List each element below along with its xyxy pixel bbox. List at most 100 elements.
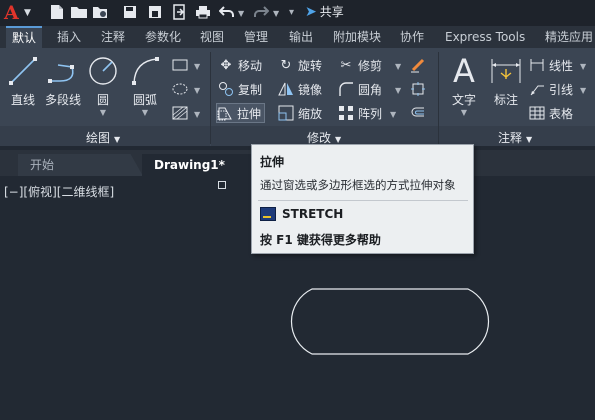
fillet-tool[interactable]: 圆角 bbox=[338, 80, 382, 98]
text-tool[interactable]: A 文字 ▼ bbox=[446, 54, 482, 117]
mirror-tool[interactable]: 镜像 bbox=[278, 80, 322, 98]
new-file-icon[interactable] bbox=[48, 3, 66, 21]
autocad-logo-icon[interactable]: A bbox=[4, 2, 19, 24]
undo-icon[interactable] bbox=[218, 3, 236, 21]
polyline-tool[interactable]: 多段线 bbox=[44, 54, 82, 108]
fillet-dropdown-icon[interactable]: ▼ bbox=[395, 86, 401, 95]
tab-addins[interactable]: 附加模块 bbox=[333, 26, 381, 48]
open-file-icon[interactable] bbox=[70, 3, 88, 21]
open-web-icon[interactable] bbox=[91, 3, 109, 21]
text-dropdown-icon[interactable]: ▼ bbox=[446, 108, 482, 117]
gradient-tool[interactable] bbox=[172, 104, 188, 122]
circle-icon bbox=[86, 54, 120, 88]
import-icon[interactable] bbox=[170, 3, 188, 21]
linear-dimension-tool[interactable]: 线性 bbox=[529, 56, 573, 74]
tab-drawing1[interactable]: Drawing1* bbox=[142, 154, 257, 176]
gradient-icon bbox=[172, 105, 188, 121]
rotate-tool[interactable]: ↻ 旋转 bbox=[278, 56, 322, 74]
trim-tool[interactable]: ✂ 修剪 bbox=[338, 56, 382, 74]
array-tool[interactable]: 阵列 bbox=[338, 104, 382, 122]
modify-panel-caret-icon: ▼ bbox=[335, 135, 342, 144]
scale-tool[interactable]: 缩放 bbox=[278, 104, 322, 122]
rectangle-icon bbox=[172, 57, 188, 73]
offset-tool[interactable] bbox=[410, 104, 426, 122]
tooltip-description: 通过窗选或多边形框选的方式拉伸对象 bbox=[260, 178, 456, 192]
customize-qat-icon[interactable]: ▾ bbox=[289, 7, 294, 18]
redo-dropdown-icon[interactable]: ▼ bbox=[273, 9, 279, 18]
dimension-icon bbox=[489, 54, 523, 88]
save-icon[interactable] bbox=[121, 3, 139, 21]
offset-icon bbox=[410, 105, 426, 121]
slot-shape bbox=[290, 288, 490, 355]
draw-panel-title[interactable]: 绘图 ▼ bbox=[86, 129, 120, 146]
fillet-icon bbox=[338, 81, 354, 97]
tab-output[interactable]: 输出 bbox=[289, 26, 313, 48]
tab-parametric[interactable]: 参数化 bbox=[145, 26, 181, 48]
stretch-tooltip: 拉伸 通过窗选或多边形框选的方式拉伸对象 STRETCH 按 F1 键获得更多帮… bbox=[251, 144, 474, 254]
tab-annotate[interactable]: 注释 bbox=[101, 26, 125, 48]
trim-dropdown-icon[interactable]: ▼ bbox=[395, 62, 401, 71]
circle-tool[interactable]: 圆 ▼ bbox=[86, 54, 120, 117]
erase-tool[interactable] bbox=[410, 56, 426, 74]
viewport-view-control[interactable]: [俯视] bbox=[23, 185, 56, 199]
leader-tool[interactable]: 引线 bbox=[529, 80, 573, 98]
app-menu-caret-icon[interactable]: ▼ bbox=[24, 8, 31, 18]
tab-manage[interactable]: 管理 bbox=[244, 26, 268, 48]
table-tool[interactable]: 表格 bbox=[529, 104, 573, 122]
viewport-style-control[interactable]: [二维线框] bbox=[57, 185, 114, 199]
draw-panel-caret-icon: ▼ bbox=[114, 135, 121, 144]
arc-dropdown-icon[interactable]: ▼ bbox=[128, 108, 162, 117]
line-icon bbox=[6, 54, 40, 88]
explode-tool[interactable] bbox=[410, 80, 426, 98]
rotate-icon: ↻ bbox=[280, 57, 292, 73]
panel-divider bbox=[210, 52, 211, 144]
tab-insert[interactable]: 插入 bbox=[57, 26, 81, 48]
viewport-minus-control[interactable]: [−] bbox=[4, 185, 23, 199]
leader-icon bbox=[529, 81, 545, 97]
copy-tool[interactable]: 复制 bbox=[218, 80, 262, 98]
mirror-icon bbox=[278, 81, 294, 97]
annotation-panel-caret-icon: ▼ bbox=[526, 135, 533, 144]
array-dropdown-icon[interactable]: ▼ bbox=[390, 110, 396, 119]
share-button[interactable]: ➤ 共享 bbox=[305, 3, 344, 20]
array-icon bbox=[338, 105, 354, 121]
tab-view[interactable]: 视图 bbox=[200, 26, 224, 48]
redo-icon[interactable] bbox=[252, 3, 270, 21]
move-tool[interactable]: ✥ 移动 bbox=[218, 56, 262, 74]
tooltip-divider bbox=[258, 200, 468, 201]
save-as-icon[interactable] bbox=[146, 3, 164, 21]
tab-default[interactable]: 默认 bbox=[6, 26, 43, 48]
hatch-tool[interactable] bbox=[172, 80, 188, 98]
text-a-icon: A bbox=[453, 52, 475, 90]
annotation-panel-title[interactable]: 注释 ▼ bbox=[498, 129, 532, 146]
linear-dropdown-icon[interactable]: ▼ bbox=[580, 62, 586, 71]
rectangle-tool[interactable] bbox=[172, 56, 188, 74]
scale-icon bbox=[278, 105, 294, 121]
hatch-dropdown-icon[interactable]: ▼ bbox=[194, 86, 200, 95]
polyline-icon bbox=[46, 54, 80, 88]
gradient-dropdown-icon[interactable]: ▼ bbox=[194, 110, 200, 119]
tooltip-command: STRETCH bbox=[260, 207, 343, 221]
tab-collaborate[interactable]: 协作 bbox=[400, 26, 424, 48]
arc-icon bbox=[128, 54, 162, 88]
tooltip-title: 拉伸 bbox=[260, 155, 285, 169]
dimension-tool[interactable]: 标注 bbox=[488, 54, 524, 108]
plot-icon[interactable] bbox=[194, 3, 212, 21]
undo-dropdown-icon[interactable]: ▼ bbox=[238, 9, 244, 18]
tooltip-help: 按 F1 键获得更多帮助 bbox=[260, 233, 381, 247]
arc-tool[interactable]: 圆弧 ▼ bbox=[128, 54, 162, 117]
tab-start[interactable]: 开始 bbox=[18, 154, 143, 176]
leader-dropdown-icon[interactable]: ▼ bbox=[580, 86, 586, 95]
quick-access-toolbar: A ▼ ▼ ▼ ▾ ➤ 共享 bbox=[0, 0, 595, 26]
line-tool[interactable]: 直线 bbox=[6, 54, 40, 108]
explode-icon bbox=[410, 81, 426, 97]
command-line-icon bbox=[260, 207, 276, 221]
tab-featured-apps[interactable]: 精选应用 bbox=[545, 26, 593, 48]
hatch-icon bbox=[172, 81, 188, 97]
circle-dropdown-icon[interactable]: ▼ bbox=[86, 108, 120, 117]
viewcube-marker[interactable] bbox=[218, 181, 226, 189]
stretch-tool[interactable]: 拉伸 bbox=[216, 103, 266, 123]
table-icon bbox=[529, 105, 545, 121]
tab-express-tools[interactable]: Express Tools bbox=[445, 26, 525, 48]
rectangle-dropdown-icon[interactable]: ▼ bbox=[194, 62, 200, 71]
